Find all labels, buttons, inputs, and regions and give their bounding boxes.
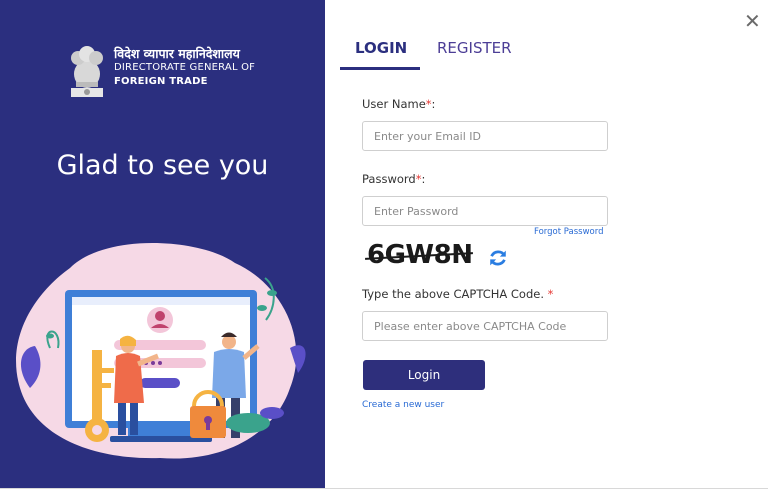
tab-login[interactable]: LOGIN (355, 39, 407, 57)
password-input[interactable] (362, 196, 608, 226)
label-colon: : (421, 172, 426, 186)
active-tab-indicator (340, 67, 420, 70)
forgot-password-link[interactable]: Forgot Password (534, 227, 603, 237)
welcome-heading: Glad to see you (56, 150, 269, 181)
password-label: Password*: (362, 172, 425, 186)
username-label-text: User Name (362, 97, 426, 111)
close-icon[interactable]: ✕ (744, 9, 761, 33)
org-name-line1: DIRECTORATE GENERAL OF (114, 62, 256, 73)
captcha-label-text: Type the above CAPTCHA Code. (362, 287, 544, 301)
username-input[interactable] (362, 121, 608, 151)
refresh-icon[interactable] (487, 247, 509, 269)
required-mark: * (547, 287, 554, 301)
username-label: User Name*: (362, 97, 435, 111)
branding-panel: विदेश व्यापार महानिदेशालय DIRECTORATE GE… (0, 0, 325, 488)
captcha-label: Type the above CAPTCHA Code. * (362, 287, 553, 301)
create-user-link[interactable]: Create a new user (362, 400, 444, 410)
login-illustration (16, 243, 306, 459)
tab-register[interactable]: REGISTER (437, 39, 512, 57)
password-label-text: Password (362, 172, 416, 186)
org-name-line2: FOREIGN TRADE (114, 76, 208, 87)
login-button[interactable]: Login (363, 360, 485, 390)
organization-name: विदेश व्यापार महानिदेशालय DIRECTORATE GE… (114, 46, 255, 88)
label-colon: : (431, 97, 436, 111)
captcha-input[interactable] (362, 311, 608, 341)
modal-bottom-border (0, 488, 768, 489)
national-emblem-icon (71, 46, 103, 97)
org-name-hindi: विदेश व्यापार महानिदेशालय (114, 46, 240, 61)
